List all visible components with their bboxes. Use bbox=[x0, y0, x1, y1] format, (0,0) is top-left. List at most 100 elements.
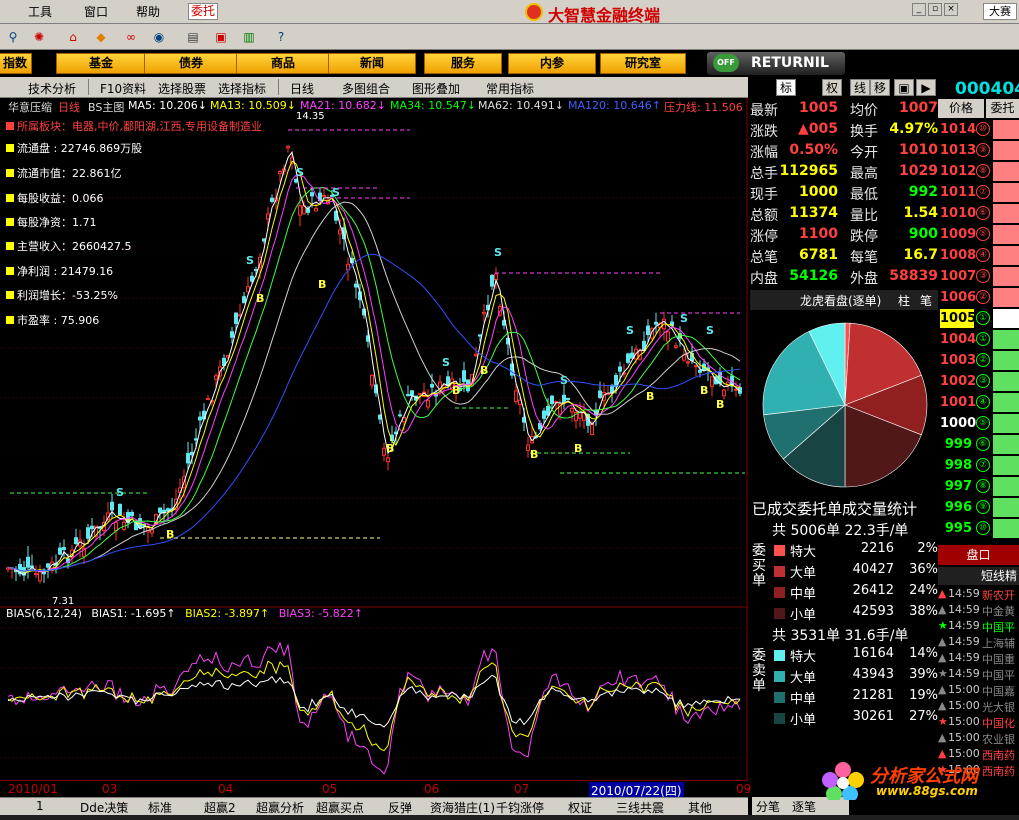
tab-bar[interactable]: 柱 bbox=[898, 292, 910, 309]
close-icon[interactable]: × bbox=[944, 3, 958, 16]
menu-help[interactable]: 帮助 bbox=[136, 3, 160, 20]
short-line-item[interactable]: ★ 15:00 中国化 bbox=[938, 715, 1019, 731]
btn-window[interactable]: ▣ bbox=[894, 79, 914, 96]
tab-zihai[interactable]: 资海猎庄(1) bbox=[430, 799, 495, 816]
btn-next[interactable]: ▶ bbox=[916, 79, 936, 96]
price-value: 1005 bbox=[940, 309, 977, 328]
price-value: 1004 bbox=[940, 332, 977, 347]
menu-tools[interactable]: 工具 bbox=[28, 3, 52, 20]
order-volume: 42593 bbox=[852, 604, 894, 619]
pankou-tab[interactable]: 盘口 bbox=[938, 545, 1019, 565]
tool-select-stock[interactable]: 选择股票 bbox=[158, 80, 206, 97]
news-name: 中国重 bbox=[982, 653, 1015, 666]
quote-value: 58839 bbox=[889, 268, 938, 284]
short-line-item[interactable]: ▲ 14:59 中金黄 bbox=[938, 603, 1019, 619]
tab-three-line[interactable]: 三线共震 bbox=[616, 799, 664, 816]
color-swatch bbox=[774, 713, 785, 724]
tool-overlay[interactable]: 图形叠加 bbox=[412, 80, 460, 97]
off-switch-icon: OFF bbox=[713, 54, 739, 72]
order-volume: 30261 bbox=[852, 709, 894, 724]
diamond-icon[interactable]: ◆ bbox=[92, 28, 110, 46]
minimize-icon[interactable]: _ bbox=[912, 3, 926, 16]
cat-index[interactable]: 指数 bbox=[0, 53, 32, 74]
cat-bond[interactable]: 债券 bbox=[144, 53, 238, 74]
candle-body bbox=[722, 389, 726, 397]
short-line-header[interactable]: 短线精 bbox=[938, 567, 1019, 585]
tool-technical[interactable]: 技术分析 bbox=[28, 80, 76, 97]
alarm-icon[interactable]: ✺ bbox=[30, 28, 48, 46]
short-line-item[interactable]: ▲ 15:00 中国嘉 bbox=[938, 683, 1019, 699]
short-line-item[interactable]: ▲ 15:00 农业银 bbox=[938, 731, 1019, 747]
tab-warrant[interactable]: 权证 bbox=[568, 799, 592, 816]
menu-window[interactable]: 窗口 bbox=[84, 3, 108, 20]
tab-chaoying-buy[interactable]: 超赢买点 bbox=[316, 799, 364, 816]
tab-dde[interactable]: Dde决策 bbox=[80, 799, 128, 816]
sell-signal: S bbox=[116, 486, 124, 499]
print-icon[interactable]: ▤ bbox=[184, 28, 202, 46]
candle-body bbox=[426, 399, 430, 408]
quote-row: 内盘 54126 外盘 58839 bbox=[750, 268, 938, 289]
order-bar bbox=[993, 246, 1019, 265]
globe-icon[interactable]: ◉ bbox=[150, 28, 168, 46]
cat-insider[interactable]: 内参 bbox=[508, 53, 596, 74]
kline-chart[interactable]: SSSSSSSSSSBBBBBBB BB BB bbox=[0, 98, 748, 780]
ma13-label: MA13: 10.509↓ bbox=[210, 99, 296, 112]
restore-icon[interactable]: ▫ bbox=[928, 3, 942, 16]
buy-side-label: 委买单 bbox=[752, 543, 766, 589]
cat-research[interactable]: 研究室 bbox=[600, 53, 686, 74]
cat-news[interactable]: 新闻 bbox=[328, 53, 416, 74]
home-icon[interactable]: ⌂ bbox=[64, 28, 82, 46]
tool-common-indicator[interactable]: 常用指标 bbox=[486, 80, 534, 97]
bias-name[interactable]: BIAS(6,12,24) bbox=[6, 607, 82, 620]
window-icon[interactable]: ▣ bbox=[212, 28, 230, 46]
short-line-item[interactable]: ★ 14:59 中国平 bbox=[938, 619, 1019, 635]
cat-service[interactable]: 服务 bbox=[424, 53, 502, 74]
tab-qianjun[interactable]: 千钧涨停 bbox=[496, 799, 544, 816]
period-label[interactable]: 日线 bbox=[58, 99, 80, 115]
short-line-item[interactable]: ▲ 15:00 光大银 bbox=[938, 699, 1019, 715]
returnil-toggle[interactable]: OFF RETURNIL bbox=[707, 52, 845, 75]
commission-button[interactable]: 委托 bbox=[188, 3, 218, 20]
tab-rebound[interactable]: 反弹 bbox=[388, 799, 412, 816]
news-time: 14:59 bbox=[948, 651, 980, 664]
tab-chaoying2[interactable]: 超赢2 bbox=[204, 799, 236, 816]
short-line-item[interactable]: ▲ 14:59 上海辅 bbox=[938, 635, 1019, 651]
bars-icon[interactable]: ▥ bbox=[240, 28, 258, 46]
link-icon[interactable]: ∞ bbox=[122, 28, 140, 46]
contest-button[interactable]: 大赛 bbox=[983, 3, 1017, 20]
cat-fund[interactable]: 基金 bbox=[56, 53, 146, 74]
main-indicator[interactable]: BS主图 bbox=[88, 99, 124, 115]
short-line-item[interactable]: ▲ 14:59 中国重 bbox=[938, 651, 1019, 667]
short-line-item[interactable]: ★ 14:59 中国平 bbox=[938, 667, 1019, 683]
buy-signal: B bbox=[574, 442, 582, 455]
price-value: 1012 bbox=[940, 164, 977, 179]
tab-stroke[interactable]: 笔 bbox=[920, 292, 932, 309]
candle-body bbox=[118, 503, 122, 516]
indicator-tabs: 1 Dde决策 标准 超赢2 超赢分析 超赢买点 反弹 资海猎庄(1) 千钧涨停… bbox=[0, 797, 748, 815]
btn-mark[interactable]: 标 bbox=[776, 79, 796, 96]
date-tick: 09 bbox=[736, 782, 752, 796]
price-value: 1002 bbox=[940, 374, 977, 389]
order-percent: 14% bbox=[909, 646, 938, 661]
btn-right[interactable]: 权 bbox=[822, 79, 842, 96]
order-bar bbox=[993, 519, 1019, 538]
btn-move[interactable]: 移 bbox=[870, 79, 890, 96]
cat-commodity[interactable]: 商品 bbox=[236, 53, 330, 74]
tab-by-order[interactable]: 逐笔 bbox=[792, 798, 816, 815]
tool-f10[interactable]: F10资料 bbox=[100, 80, 146, 97]
tool-select-indicator[interactable]: 选择指标 bbox=[218, 80, 266, 97]
tab-other[interactable]: 其他 bbox=[688, 799, 712, 816]
price-value: 997 bbox=[944, 479, 972, 494]
candle-body bbox=[406, 394, 410, 397]
btn-line[interactable]: 线 bbox=[850, 79, 870, 96]
tab-standard[interactable]: 标准 bbox=[148, 799, 172, 816]
order-size-label: 中单 bbox=[790, 587, 817, 602]
tab-tick[interactable]: 分笔 bbox=[756, 798, 780, 815]
tab-1[interactable]: 1 bbox=[36, 799, 44, 813]
help-cursor-icon[interactable]: ? bbox=[272, 28, 290, 46]
binoculars-icon[interactable]: ⚲ bbox=[4, 28, 22, 46]
tool-multi-chart[interactable]: 多图组合 bbox=[342, 80, 390, 97]
tab-chaoying-analysis[interactable]: 超赢分析 bbox=[256, 799, 304, 816]
short-line-item[interactable]: ▲ 14:59 新农开 bbox=[938, 587, 1019, 603]
tool-daily[interactable]: 日线 bbox=[290, 80, 314, 97]
